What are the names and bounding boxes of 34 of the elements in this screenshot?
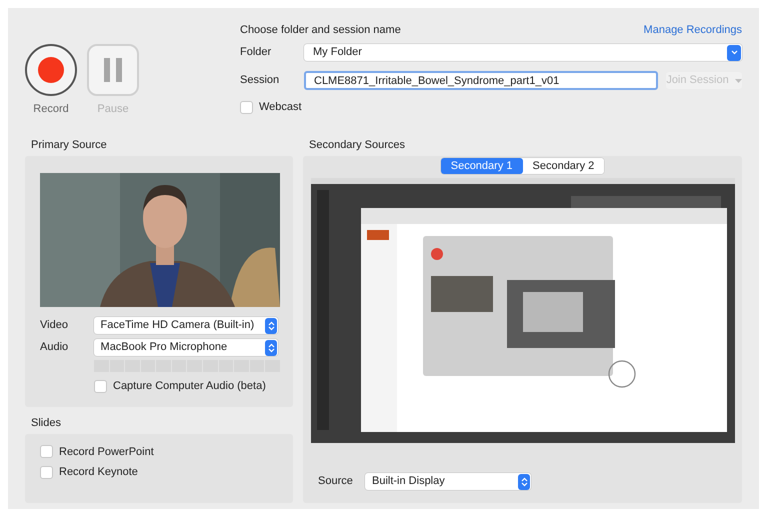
session-label: Session [240, 73, 280, 88]
dropdown[interactable]: MacBook Pro Microphone [94, 339, 278, 356]
section-heading: Choose folder and session name [240, 22, 401, 38]
pause-icon [104, 58, 122, 82]
section-title: Primary Source [30, 138, 108, 151]
stepper-icon [265, 318, 277, 334]
manage-recordings-link[interactable]: Manage Recordings [644, 22, 742, 38]
caret-icon [734, 78, 742, 82]
checkbox-label: Record Keynote [59, 465, 138, 480]
pause-label: Pause [97, 102, 129, 117]
section-title: Slides [30, 416, 62, 428]
dropdown[interactable]: Built-in Display [365, 473, 531, 490]
folder-dropdown[interactable]: My Folder [304, 44, 742, 61]
session-field[interactable]: CLME8871_Irritable_Bowel_Syndrome_part1_v01 [304, 71, 658, 90]
source-label: Source [318, 474, 354, 490]
section-title: Secondary Sources [308, 138, 406, 151]
checkbox-label: Webcast [259, 100, 302, 115]
video-label: Video [40, 318, 69, 334]
record-button[interactable] [25, 44, 77, 96]
checkbox-label: Record PowerPoint [59, 444, 154, 460]
checkbox[interactable] [240, 100, 253, 114]
chevron-icon [727, 44, 741, 60]
checkbox[interactable] [40, 466, 53, 479]
stepper-icon [265, 340, 277, 356]
checkbox[interactable] [40, 445, 53, 458]
checkbox[interactable] [94, 380, 107, 393]
record-label: Record [33, 102, 69, 117]
tab[interactable]: Secondary 1 [440, 158, 522, 174]
dropdown[interactable]: FaceTime HD Camera (Built-in) [94, 317, 278, 334]
audio-label: Audio [40, 340, 70, 356]
folder-label: Folder [240, 45, 272, 60]
checkbox-label: Capture Computer Audio (beta) [113, 379, 266, 394]
record-icon [38, 57, 64, 83]
stepper-icon [518, 474, 530, 490]
